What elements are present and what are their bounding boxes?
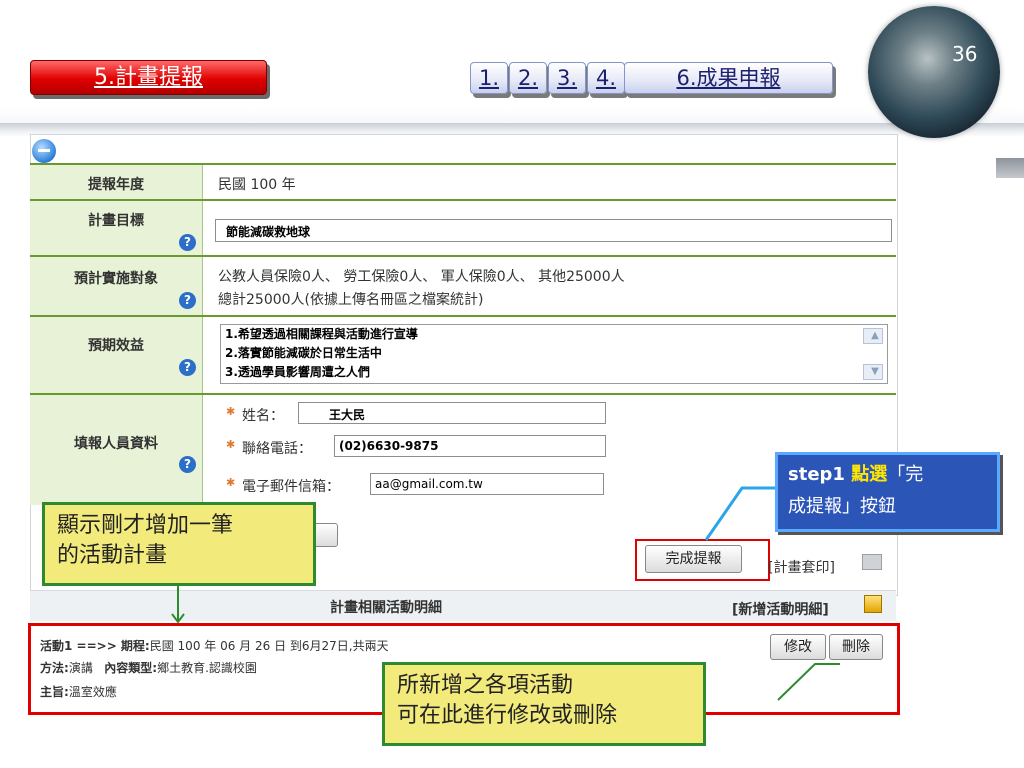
step1-callout: step1 點選「完 成提報」按鈕 (775, 452, 1000, 532)
show-plan-callout: 顯示剛才增加一筆 的活動計畫 (42, 502, 316, 586)
edit-delete-callout: 所新增之各項活動 可在此進行修改或刪除 (382, 662, 706, 746)
edit-delete-line-2: 可在此進行修改或刪除 (397, 703, 618, 728)
connector-lines (171, 486, 840, 701)
step1-connector (704, 486, 780, 541)
step1-action: 點選 (851, 464, 888, 485)
step1-text-b: 成提報」按鈕 (788, 496, 896, 517)
edit-delete-line-1: 所新增之各項活動 (397, 673, 574, 698)
step1-text-a: 「完 (887, 464, 924, 485)
edit-connector (777, 663, 840, 701)
step1-label: step1 (788, 464, 852, 485)
step1-callout-line1: step1 點選「完 (778, 455, 997, 491)
show-plan-line-2: 的活動計畫 (57, 543, 168, 568)
show-plan-line-1: 顯示剛才增加一筆 (57, 513, 234, 538)
